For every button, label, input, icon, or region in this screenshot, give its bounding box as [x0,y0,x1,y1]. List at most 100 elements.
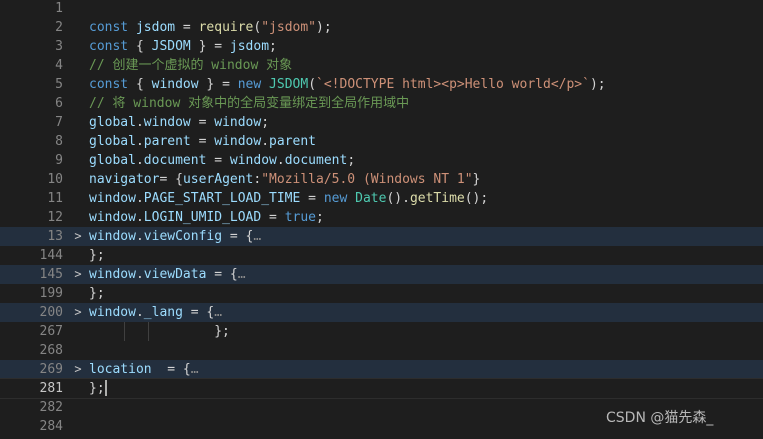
folded-ellipsis[interactable]: … [214,305,222,320]
code-token: window [229,153,277,168]
text-cursor [104,379,107,396]
code-token: . [135,153,144,168]
code-line[interactable]: 269 > location = {… [0,360,763,379]
code-text: const { window } = new JSDOM(`<!DOCTYPE … [89,75,606,94]
code-token: document [143,153,207,168]
code-token: }; [89,248,105,263]
code-line[interactable]: 13 > window.viewConfig = {… [0,227,763,246]
code-line[interactable]: 8 global.parent = window.parent [0,132,763,151]
code-token: window [89,305,136,320]
code-token: = { [206,267,238,282]
code-token: window [143,115,191,130]
code-token: userAgent [182,172,254,187]
code-line[interactable]: 1 [0,0,763,18]
code-editor[interactable]: 1 2 const jsdom = require("jsdom"); 3 const … [0,0,763,439]
line-number: 2 [55,20,63,35]
code-token: = { [159,172,183,187]
code-line[interactable]: 2 const jsdom = require("jsdom"); [0,18,763,37]
code-token: require [198,20,254,35]
code-token: global [89,115,136,130]
code-text: global.document = window.document; [89,151,355,170]
line-number: 199 [39,286,63,301]
indent-guide [148,322,149,341]
line-number: 1 [55,1,63,16]
line-number: 5 [55,77,63,92]
code-token: // 将 window 对象中的全局变量绑定到全局作用域中 [89,96,410,111]
code-line[interactable]: 3 const { JSDOM } = jsdom; [0,37,763,56]
code-line[interactable]: 199}; [0,284,763,303]
code-token: = [190,115,215,130]
code-line[interactable]: 4 // 创建一个虚拟的 window 对象 [0,56,763,75]
code-text: window.viewData = {… [89,265,246,284]
code-token: navigator [89,172,160,187]
code-token: (); [464,191,489,206]
line-number: 281 [39,381,63,396]
code-token: = { [151,362,191,377]
code-token: window [89,191,136,206]
code-token: ); [316,20,332,35]
code-token: . [261,134,270,149]
code-token: . [135,134,144,149]
line-number: 284 [39,419,63,434]
code-text: window.LOGIN_UMID_LOAD = true; [89,208,324,227]
code-text: // 将 window 对象中的全局变量绑定到全局作用域中 [89,94,409,113]
line-number: 3 [55,39,63,54]
code-line[interactable]: 9 global.document = window.document; [0,151,763,170]
code-token: . [276,153,285,168]
code-token: _lang [143,305,183,320]
folded-ellipsis[interactable]: … [191,362,199,377]
code-token: getTime [409,191,465,206]
code-line[interactable]: 7 global.window = window; [0,113,763,132]
code-line[interactable]: 5 const { window } = new JSDOM(`<!DOCTYPE… [0,75,763,94]
code-text: }; [89,322,230,341]
code-token: global [89,134,136,149]
code-line[interactable]: 200 > window._lang = {… [0,303,763,322]
code-line[interactable]: 144}; [0,246,763,265]
code-token: new [323,191,356,206]
code-line[interactable]: 10 navigator= {userAgent:"Mozilla/5.0 (Wi… [0,170,763,189]
code-token: { [135,77,152,92]
line-number: 144 [39,248,63,263]
code-token: Date [355,191,387,206]
code-token: viewConfig [143,229,223,244]
fold-chevron-icon[interactable]: > [72,265,84,284]
code-token: = { [222,229,254,244]
folded-ellipsis[interactable]: … [238,267,246,282]
code-line[interactable]: 145 > window.viewData = {… [0,265,763,284]
code-line[interactable]: 268 [0,341,763,360]
code-token: new [237,77,270,92]
code-token: LOGIN_UMID_LOAD [143,210,262,225]
code-text: // 创建一个虚拟的 window 对象 [89,56,292,75]
code-line[interactable]: 11 window.PAGE_START_LOAD_TIME = new Date… [0,189,763,208]
code-text: location = {… [89,360,199,379]
code-token: = [261,210,285,225]
code-line[interactable]: 267 }; [0,322,763,341]
fold-chevron-icon[interactable]: > [72,303,84,322]
code-token: JSDOM [151,39,191,54]
line-number: 8 [55,134,63,149]
code-token: parent [269,134,317,149]
code-line[interactable]: 12 window.LOGIN_UMID_LOAD = true; [0,208,763,227]
code-text: }; [89,246,105,265]
code-token: jsdom [135,20,176,35]
fold-chevron-icon[interactable]: > [72,360,84,379]
folded-ellipsis[interactable]: … [253,229,261,244]
line-number: 282 [39,400,63,415]
code-token: ; [347,153,356,168]
code-token: global [89,153,136,168]
line-number: 200 [39,305,63,320]
code-token: window [151,77,199,92]
code-token: window [89,210,136,225]
code-text: window.PAGE_START_LOAD_TIME = new Date()… [89,189,488,208]
code-text: window._lang = {… [89,303,222,322]
code-line[interactable]: 281}; [0,378,763,399]
code-token: viewData [143,267,207,282]
fold-chevron-icon[interactable]: > [72,227,84,246]
code-token: window [89,267,136,282]
code-token: window [214,115,262,130]
code-token: ( [308,77,317,92]
code-line[interactable]: 6 // 将 window 对象中的全局变量绑定到全局作用域中 [0,94,763,113]
code-text: global.window = window; [89,113,269,132]
code-token: = [206,153,230,168]
line-number: 11 [47,191,63,206]
